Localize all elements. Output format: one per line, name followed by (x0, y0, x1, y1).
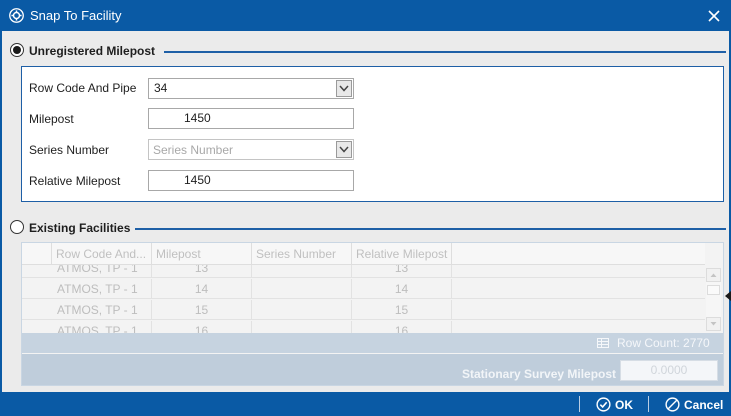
scroll-up-button[interactable] (706, 268, 721, 282)
table-row[interactable]: ATMOS, TP - 1 16 16 (22, 321, 705, 333)
chevron-down-icon (339, 85, 349, 92)
cell-milepost: 14 (152, 279, 252, 299)
cell-relative-milepost: 15 (352, 300, 452, 320)
cell-row-code: ATMOS, TP - 1 (52, 300, 152, 320)
column-header-relative-milepost[interactable]: Relative Milepost (352, 243, 452, 265)
chevron-down-icon (339, 146, 349, 153)
ok-button[interactable]: OK (596, 395, 636, 413)
unregistered-milepost-label: Unregistered Milepost (29, 44, 156, 58)
close-icon (708, 10, 720, 22)
column-header-series-number[interactable]: Series Number (252, 243, 352, 265)
existing-facilities-option[interactable]: Existing Facilities (10, 217, 726, 237)
cancel-button[interactable]: Cancel (665, 395, 725, 413)
stationary-survey-bar: Stationary Survey Milepost 0.0000 (22, 354, 723, 385)
table-header-overlay: Row Code And... Milepost Series Number R… (22, 243, 705, 265)
table-grid-icon (597, 338, 609, 348)
relative-milepost-input[interactable]: 1450 (148, 170, 354, 191)
check-circle-icon (596, 397, 611, 412)
existing-facilities-label: Existing Facilities (29, 221, 131, 235)
close-button[interactable] (703, 5, 725, 27)
cell-milepost: 16 (152, 321, 252, 333)
cell-relative-milepost: 14 (352, 279, 452, 299)
existing-facilities-grid: Row Code And... Milepost Series Number R… (21, 242, 724, 386)
relative-milepost-value: 1450 (184, 173, 211, 187)
cell-series-number (252, 321, 352, 333)
row-count-bar: Row Count: 2770 (22, 333, 723, 353)
panel-arrow-icon (725, 291, 731, 301)
cell-series-number (252, 279, 352, 299)
chevron-up-icon (710, 273, 717, 277)
row-code-dropdown-button[interactable] (336, 80, 352, 97)
stationary-survey-label: Stationary Survey Milepost (462, 367, 617, 381)
existing-facilities-radio[interactable] (10, 220, 24, 234)
dialog-footer: OK Cancel (0, 392, 731, 416)
snap-to-facility-dialog: Snap To Facility Unregistered Milepost R… (0, 0, 731, 416)
column-header-row-code[interactable]: Row Code And... (52, 243, 152, 265)
ok-label: OK (615, 398, 633, 412)
cell-row-code: ATMOS, TP - 1 (52, 279, 152, 299)
footer-separator (648, 396, 649, 412)
cell-milepost: 15 (152, 300, 252, 320)
milepost-input[interactable]: 1450 (148, 108, 354, 129)
unregistered-milepost-radio[interactable] (10, 43, 24, 57)
row-count-text: Row Count: 2770 (617, 336, 710, 350)
series-number-placeholder: Series Number (153, 143, 234, 157)
milepost-value: 1450 (184, 111, 211, 125)
facilities-table: Row Code And... Milepost Series Number R… (22, 243, 705, 333)
series-number-dropdown[interactable]: Series Number (148, 139, 354, 160)
stationary-survey-input[interactable]: 0.0000 (620, 360, 718, 381)
series-number-dropdown-button[interactable] (336, 141, 352, 158)
milepost-label: Milepost (29, 112, 74, 126)
window-title: Snap To Facility (30, 8, 122, 23)
vertical-scrollbar[interactable] (706, 268, 721, 331)
cell-row-code: ATMOS, TP - 1 (52, 321, 152, 333)
row-indicator-header (22, 243, 52, 265)
chevron-down-icon (710, 322, 717, 326)
row-code-label: Row Code And Pipe (29, 81, 137, 95)
table-row[interactable]: ATMOS, TP - 1 15 15 (22, 300, 705, 320)
cancel-label: Cancel (684, 398, 724, 412)
scroll-down-button[interactable] (706, 317, 721, 331)
dialog-body: Unregistered Milepost Row Code And Pipe … (2, 31, 729, 392)
table-row[interactable]: ATMOS, TP - 1 14 14 (22, 279, 705, 299)
relative-milepost-label: Relative Milepost (29, 174, 121, 188)
section-divider (135, 228, 726, 230)
title-bar: Snap To Facility (0, 0, 731, 31)
unregistered-fields-panel: Row Code And Pipe 34 Milepost 1450 Serie… (21, 66, 724, 202)
cancel-circle-icon (665, 397, 680, 412)
footer-separator (579, 396, 580, 412)
scroll-thumb[interactable] (707, 285, 720, 295)
app-gear-icon (9, 8, 24, 23)
row-code-value: 34 (154, 81, 168, 95)
cell-series-number (252, 300, 352, 320)
unregistered-milepost-option[interactable]: Unregistered Milepost (10, 40, 726, 60)
column-header-milepost[interactable]: Milepost (152, 243, 252, 265)
cell-relative-milepost: 16 (352, 321, 452, 333)
section-divider (164, 51, 726, 53)
series-number-label: Series Number (29, 143, 110, 157)
row-code-dropdown[interactable]: 34 (148, 78, 354, 99)
